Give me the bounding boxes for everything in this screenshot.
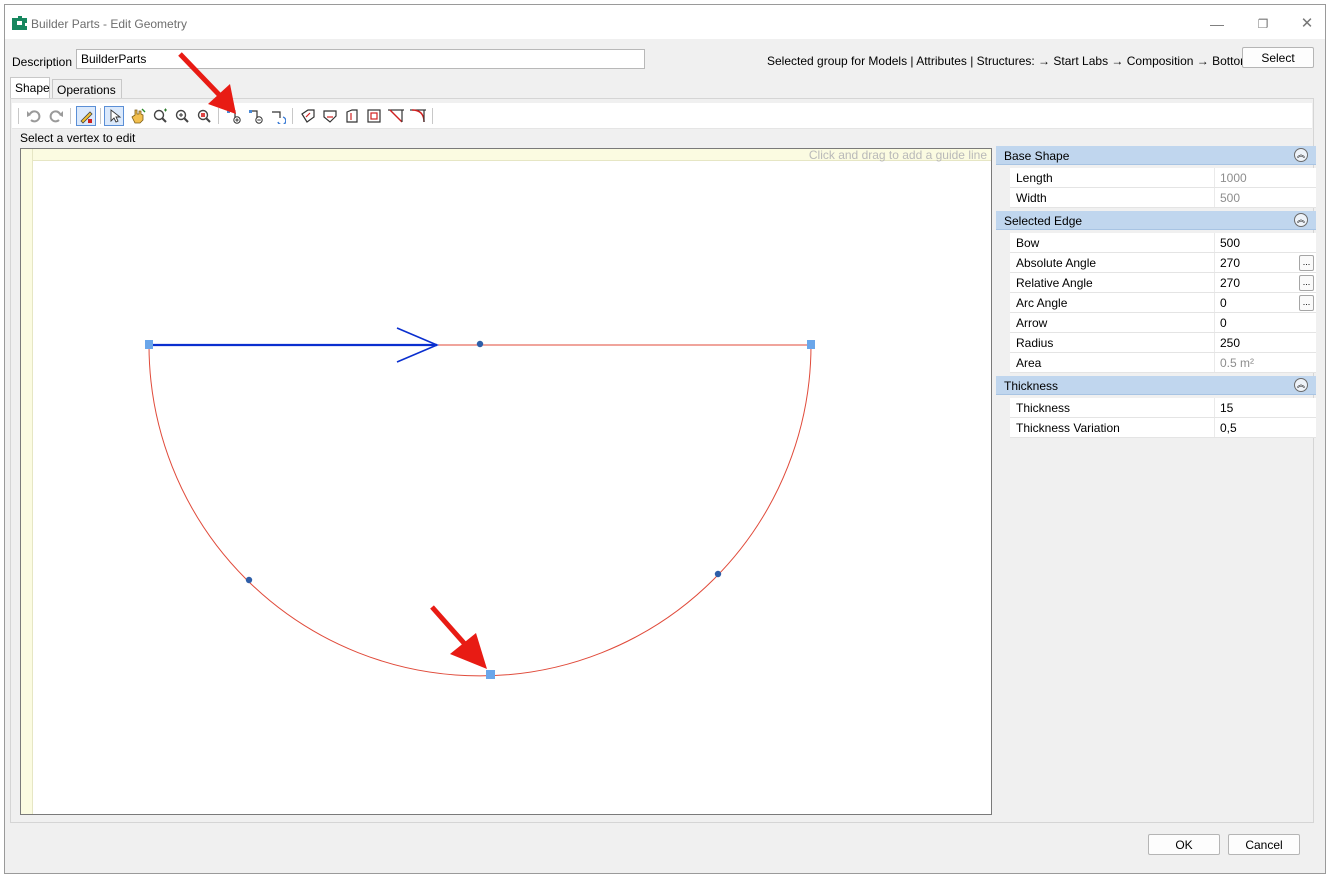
base-shape-title: Base Shape [1004, 149, 1070, 163]
minimize-button[interactable]: — [1195, 11, 1239, 37]
pan-hand-icon[interactable] [128, 106, 148, 126]
selected-edge-header[interactable]: Selected Edge ︽ [996, 211, 1316, 230]
shape-inset-icon[interactable] [364, 106, 384, 126]
ellipsis-button[interactable]: ... [1299, 295, 1314, 311]
chamfer-icon[interactable] [386, 106, 406, 126]
shape-drawing [145, 327, 815, 679]
collapse-icon[interactable]: ︽ [1294, 378, 1308, 392]
collapse-icon[interactable]: ︽ [1294, 148, 1308, 162]
vertex-handle-bottom[interactable] [486, 670, 495, 679]
fillet-icon[interactable] [408, 106, 428, 126]
geometry-canvas[interactable]: Click and drag to add a guide line [20, 148, 992, 815]
property-row-arc-angle[interactable]: Arc Angle 0 ... [1010, 293, 1316, 313]
property-row-area: Area 0.5 m² [1010, 353, 1316, 373]
property-row-arrow[interactable]: Arrow 0 [1010, 313, 1316, 333]
tab-operations[interactable]: Operations [52, 79, 122, 98]
redo-icon[interactable] [46, 106, 66, 126]
midpoint-handle-left[interactable] [245, 576, 253, 584]
thickness-header[interactable]: Thickness ︽ [996, 376, 1316, 395]
property-row-relative-angle[interactable]: Relative Angle 270 ... [1010, 273, 1316, 293]
maximize-button[interactable]: ❐ [1241, 11, 1285, 37]
midpoint-handle-top[interactable] [476, 340, 484, 348]
selected-group-path: Selected group for Models | Attributes |… [767, 54, 1257, 68]
description-input[interactable] [76, 49, 645, 69]
toolbar-separator [70, 108, 71, 124]
property-row-thickness[interactable]: Thickness 15 [1010, 398, 1316, 418]
ok-button[interactable]: OK [1148, 834, 1220, 855]
toolbar-separator [292, 108, 293, 124]
description-label: Description [12, 55, 73, 69]
property-row-radius[interactable]: Radius 250 [1010, 333, 1316, 353]
property-row-bow[interactable]: Bow 500 [1010, 233, 1316, 253]
thickness-title: Thickness [1004, 379, 1059, 393]
rotate-shape-icon[interactable] [268, 106, 288, 126]
app-puzzle-icon [12, 16, 27, 30]
property-row-width: Width 500 [1010, 188, 1316, 208]
red-pointer-arrow-icon [178, 52, 236, 114]
edit-vertex-icon[interactable] [76, 106, 96, 126]
pointer-icon[interactable] [104, 106, 124, 126]
shape-corner-3-icon[interactable] [342, 106, 362, 126]
red-pointer-arrow-icon [430, 605, 487, 669]
vertex-handle-left[interactable] [145, 340, 153, 349]
window-title: Builder Parts - Edit Geometry [31, 17, 188, 31]
close-button[interactable]: ✕ [1285, 11, 1329, 37]
property-row-length: Length 1000 [1010, 168, 1316, 188]
selected-edge-title: Selected Edge [1004, 214, 1083, 228]
toolbar-separator [18, 108, 19, 124]
undo-icon[interactable] [24, 106, 44, 126]
status-text: Select a vertex to edit [20, 131, 136, 145]
property-row-absolute-angle[interactable]: Absolute Angle 270 ... [1010, 253, 1316, 273]
shape-corner-2-icon[interactable] [320, 106, 340, 126]
arc-edge[interactable] [148, 344, 812, 677]
select-group-button[interactable]: Select [1242, 47, 1314, 68]
title-bar: Builder Parts - Edit Geometry — ❐ ✕ [5, 5, 1325, 39]
shape-corner-1-icon[interactable] [298, 106, 318, 126]
property-row-thickness-variation[interactable]: Thickness Variation 0,5 [1010, 418, 1316, 438]
toolbar-separator [432, 108, 433, 124]
collapse-icon[interactable]: ︽ [1294, 213, 1308, 227]
ellipsis-button[interactable]: ... [1299, 275, 1314, 291]
properties-panel: Base Shape ︽ Length 1000 Width 500 Selec… [996, 146, 1316, 438]
base-shape-header[interactable]: Base Shape ︽ [996, 146, 1316, 165]
cancel-button[interactable]: Cancel [1228, 834, 1300, 855]
zoom-icon[interactable] [150, 106, 170, 126]
midpoint-handle-right[interactable] [714, 570, 722, 578]
tab-shape[interactable]: Shape [10, 77, 50, 99]
ellipsis-button[interactable]: ... [1299, 255, 1314, 271]
toolbar-separator [100, 108, 101, 124]
vertex-handle-right[interactable] [807, 340, 815, 349]
